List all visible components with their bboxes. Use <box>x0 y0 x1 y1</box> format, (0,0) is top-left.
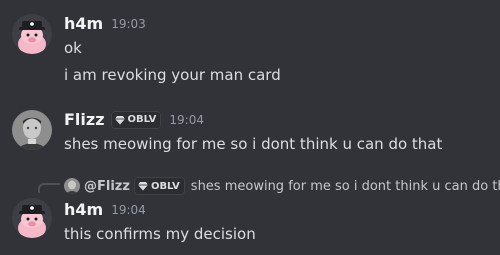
tag-label: OBLV <box>127 114 157 125</box>
tag-label: OBLV <box>150 180 180 192</box>
username[interactable]: h4m <box>64 14 103 33</box>
gem-icon <box>114 115 125 125</box>
reply-mention[interactable]: @Flizz <box>84 179 130 194</box>
timestamp[interactable]: 19:03 <box>111 17 146 31</box>
reply-spine <box>38 183 60 193</box>
message-header: Flizz OBLV 19:04 <box>64 110 204 129</box>
message-text: shes meowing for me so i dont think u ca… <box>64 135 443 153</box>
message-header: h4m 19:03 <box>64 14 146 33</box>
reply-text[interactable]: shes meowing for me so i dont think u ca… <box>191 179 500 194</box>
username[interactable]: Flizz <box>64 110 105 129</box>
gem-icon <box>137 181 148 191</box>
message-header: h4m 19:04 <box>64 200 146 219</box>
message-text: i am revoking your man card <box>64 66 281 84</box>
timestamp[interactable]: 19:04 <box>111 203 146 217</box>
avatar-h4m[interactable] <box>12 14 52 54</box>
timestamp[interactable]: 19:04 <box>169 113 204 127</box>
reply-avatar <box>64 178 80 194</box>
username[interactable]: h4m <box>64 200 103 219</box>
message-text: this confirms my decision <box>64 225 256 243</box>
message-text: ok <box>64 39 82 57</box>
avatar-flizz[interactable] <box>12 110 52 150</box>
avatar-h4m[interactable] <box>12 198 52 238</box>
server-tag[interactable]: OBLV <box>133 177 185 195</box>
reply-preview[interactable]: @Flizz OBLV shes meowing for me so i don… <box>64 176 500 196</box>
server-tag[interactable]: OBLV <box>110 110 162 129</box>
